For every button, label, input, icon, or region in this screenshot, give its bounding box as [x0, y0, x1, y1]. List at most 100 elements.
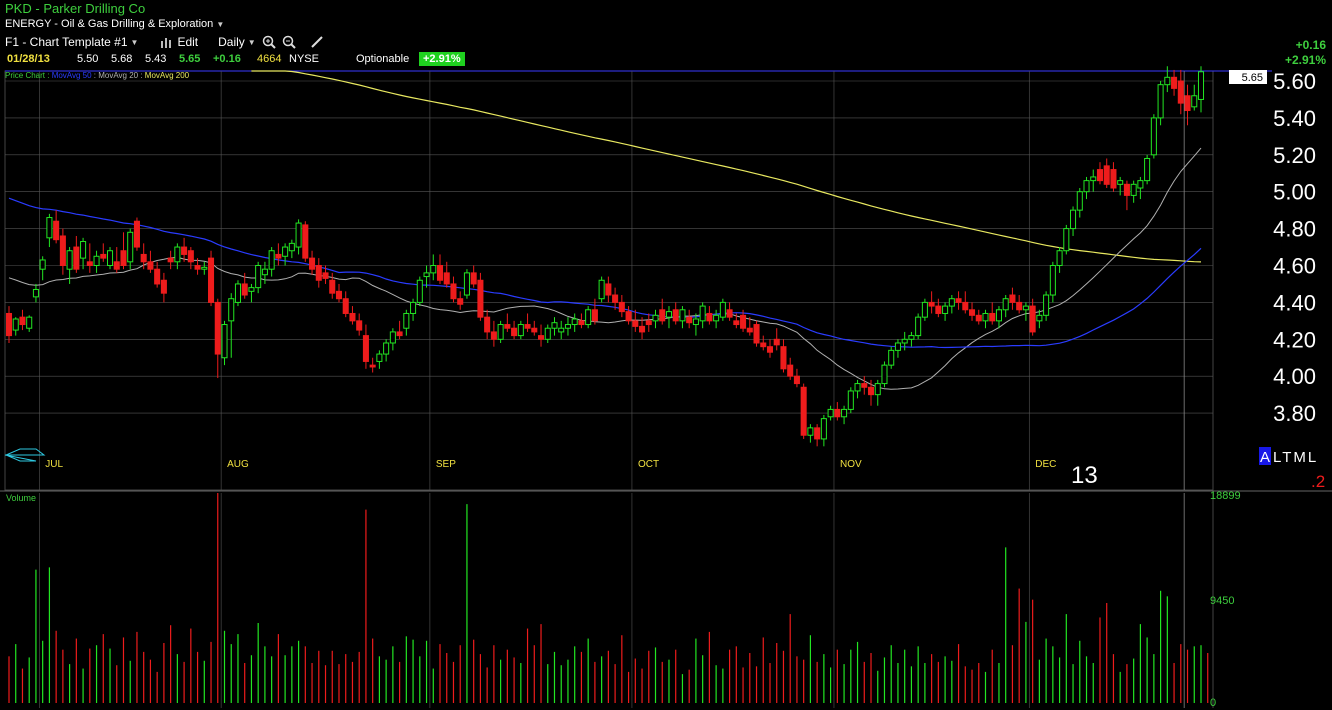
candle [106, 247, 114, 270]
candle [921, 298, 928, 321]
legend-ma50: MovAvg 50 [52, 71, 92, 80]
candle [564, 317, 571, 336]
candle-body [1123, 183, 1130, 196]
candle [719, 298, 726, 321]
candle [827, 405, 834, 421]
candle-body [241, 283, 248, 296]
candle [1137, 176, 1144, 200]
candle-body [369, 364, 376, 368]
candle [248, 283, 255, 303]
candle-body [942, 305, 949, 314]
candle [133, 217, 140, 251]
candle-body [160, 279, 167, 294]
candle [268, 247, 275, 277]
candle [342, 291, 349, 318]
candle-body [854, 383, 861, 392]
candle-body [1070, 209, 1077, 230]
candle-body [659, 309, 666, 322]
candle-body [389, 331, 396, 344]
candle [53, 210, 60, 244]
candle-body [1110, 169, 1117, 189]
legend-sep: : [138, 71, 145, 80]
month-label: AUG [227, 459, 249, 470]
candle-body [598, 279, 605, 300]
candle [517, 320, 524, 340]
candle-body [517, 324, 524, 337]
candle-body [867, 386, 875, 396]
candle-body [140, 253, 147, 263]
candle-body [766, 346, 774, 353]
candle [376, 350, 383, 369]
legend-line: Price Chart : MovAvg 50 : MovAvg 20 : Mo… [5, 71, 190, 80]
candle [1191, 84, 1198, 111]
candle [989, 302, 996, 325]
candle [1157, 81, 1164, 126]
candle-body [571, 318, 578, 326]
volume-label: Volume [6, 493, 36, 503]
candle-body [1177, 80, 1184, 104]
candle [383, 339, 390, 362]
candle [679, 306, 686, 329]
candle-body [1016, 301, 1023, 311]
altml-a[interactable]: A [1260, 449, 1270, 466]
candle [234, 280, 241, 307]
candle-body [66, 250, 73, 270]
candle [1070, 206, 1077, 236]
candle-body [73, 246, 80, 270]
candle-body [275, 253, 282, 259]
candle-body [908, 335, 915, 340]
candle [841, 405, 848, 425]
candle [942, 302, 949, 321]
moving-averages [8, 70, 1202, 390]
candle [1150, 114, 1157, 159]
scroll-handle-icon[interactable] [4, 448, 46, 462]
ma200-line [251, 70, 1202, 263]
candle [605, 276, 612, 303]
candle [436, 254, 444, 284]
candle [369, 357, 376, 373]
candle-body [524, 324, 531, 329]
candle [59, 228, 66, 275]
altml-rest[interactable]: LTML [1273, 449, 1318, 466]
candle [19, 309, 26, 331]
candle-body [874, 383, 881, 396]
candle-body [39, 259, 46, 270]
candle-body [551, 322, 558, 329]
candle-body [423, 272, 430, 278]
price-volume-chart[interactable]: 5.60 5.40 5.20 5.00 4.80 4.60 4.40 4.20 4.00 3.80… [0, 0, 1332, 710]
price-tick-label: 5.40 [1273, 106, 1316, 131]
candle-body [450, 283, 457, 300]
candle [1090, 169, 1097, 192]
candle-body [1197, 71, 1205, 100]
candle-body [531, 327, 538, 333]
price-tick-label: 4.20 [1273, 327, 1316, 352]
candle [699, 302, 706, 329]
price-panel-frame [4, 70, 1214, 491]
candle-body [841, 408, 848, 418]
legend-sep: : [92, 71, 99, 80]
candle-body [787, 364, 794, 377]
candle [537, 324, 545, 347]
candle [477, 272, 484, 321]
candle-body [1171, 76, 1178, 89]
candle-body [746, 327, 753, 333]
candle [113, 247, 120, 273]
candle-body [201, 266, 208, 270]
candle-body [928, 301, 935, 307]
candle-body [288, 242, 295, 252]
candle-body [591, 309, 598, 322]
month-label: DEC [1035, 459, 1056, 470]
candle-body [430, 265, 437, 274]
candle [618, 295, 625, 318]
candle-body [154, 268, 161, 285]
candle-body [578, 320, 585, 326]
candle [504, 313, 511, 332]
candle-body [982, 312, 989, 322]
candle [5, 306, 13, 343]
candle [551, 317, 558, 336]
candle-body [1184, 95, 1191, 112]
candle-body [86, 261, 93, 266]
candle-body [753, 324, 760, 344]
candle-body [208, 257, 215, 303]
candle-body [403, 312, 410, 329]
